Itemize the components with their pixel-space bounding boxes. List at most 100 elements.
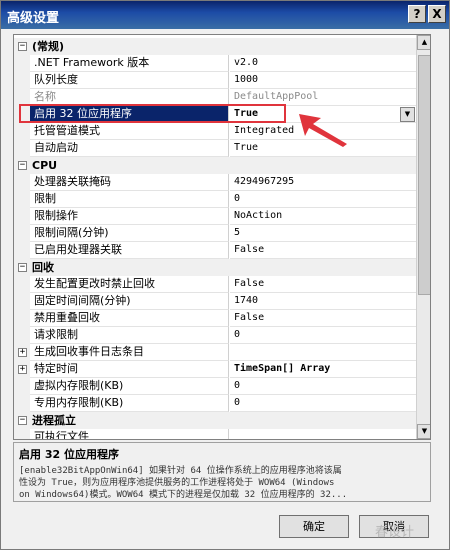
property-name: 可执行文件 (30, 429, 229, 439)
property-row-limit-action[interactable]: 限制操作 NoAction (14, 208, 416, 225)
ok-button[interactable]: 确定 (279, 515, 349, 538)
property-row-affinity-mask[interactable]: 处理器关联掩码 4294967295 (14, 174, 416, 191)
scroll-down-icon[interactable]: ▼ (417, 424, 430, 439)
row-gutter (14, 276, 30, 293)
property-name: 限制 (30, 191, 229, 208)
category-label: 回收 (32, 261, 54, 274)
row-gutter (14, 123, 30, 140)
row-gutter (14, 72, 30, 89)
property-value[interactable]: False (230, 310, 416, 327)
property-value[interactable]: 0 (230, 327, 416, 344)
property-row-limit-interval[interactable]: 限制间隔(分钟) 5 (14, 225, 416, 242)
property-value[interactable]: NoAction (230, 208, 416, 225)
description-line: on Windows64)模式。WOW64 模式下的进程是仅加载 32 位应用程… (19, 490, 348, 500)
row-gutter (14, 429, 30, 439)
property-row-affinity-enabled[interactable]: 已启用处理器关联 False (14, 242, 416, 259)
property-value[interactable] (230, 344, 416, 361)
property-row-queue-length[interactable]: 队列长度 1000 (14, 72, 416, 89)
row-gutter (14, 140, 30, 157)
annotation-arrow-icon (299, 114, 347, 147)
property-row-log-event[interactable]: + 生成回收事件日志条目 (14, 344, 416, 361)
category-recycle[interactable]: − 回收 (14, 259, 416, 276)
description-line: [enable32BitAppOnWin64] 如果针对 64 位操作系统上的应… (19, 466, 342, 476)
property-row-limit[interactable]: 限制 0 (14, 191, 416, 208)
property-row-executable[interactable]: 可执行文件 (14, 429, 416, 439)
property-row-auto-start[interactable]: 自动启动 True (14, 140, 416, 157)
row-gutter (14, 225, 30, 242)
property-name: 自动启动 (30, 140, 229, 157)
property-row-disallow-config-recycle[interactable]: 发生配置更改时禁止回收 False (14, 276, 416, 293)
row-gutter (14, 191, 30, 208)
watermark-text: 春设计 (375, 525, 415, 540)
property-name: 生成回收事件日志条目 (30, 344, 229, 361)
title-bar[interactable]: 高级设置 ? X (1, 1, 449, 29)
category-process-isolation[interactable]: − 进程孤立 (14, 412, 416, 429)
category-general[interactable]: − (常规) (14, 38, 416, 55)
category-cpu[interactable]: − CPU (14, 157, 416, 174)
property-name: 托管管道模式 (30, 123, 229, 140)
property-row-pipeline-mode[interactable]: 托管管道模式 Integrated (14, 123, 416, 140)
description-panel: 启用 32 位应用程序 [enable32BitAppOnWin64] 如果针对… (13, 442, 431, 502)
row-gutter (14, 395, 30, 412)
category-label: 进程孤立 (32, 414, 76, 427)
property-value[interactable]: 1740 (230, 293, 416, 310)
property-name: 专用内存限制(KB) (30, 395, 229, 412)
property-row-dotnet-version[interactable]: .NET Framework 版本 v2.0 (14, 55, 416, 72)
category-label: (常规) (32, 40, 65, 53)
category-label: CPU (32, 159, 58, 172)
advanced-settings-dialog: 高级设置 ? X − (常规) .NET Framework 版本 v2.0 队… (0, 0, 450, 550)
property-row-disable-overlap[interactable]: 禁用重叠回收 False (14, 310, 416, 327)
property-name: 请求限制 (30, 327, 229, 344)
property-name: 特定时间 (30, 361, 229, 378)
close-button[interactable]: X (428, 5, 446, 23)
property-value[interactable]: False (230, 276, 416, 293)
property-value[interactable] (230, 429, 416, 439)
expand-icon[interactable]: + (18, 348, 27, 357)
property-row-regular-interval[interactable]: 固定时间间隔(分钟) 1740 (14, 293, 416, 310)
property-value[interactable]: v2.0 (230, 55, 416, 72)
property-value[interactable]: 0 (230, 191, 416, 208)
property-row-private-memory-limit[interactable]: 专用内存限制(KB) 0 (14, 395, 416, 412)
property-row-virtual-memory-limit[interactable]: 虚拟内存限制(KB) 0 (14, 378, 416, 395)
collapse-icon[interactable]: − (18, 161, 27, 170)
property-grid[interactable]: − (常规) .NET Framework 版本 v2.0 队列长度 1000 … (13, 34, 431, 440)
window-title: 高级设置 (7, 11, 60, 26)
property-value[interactable]: 4294967295 (230, 174, 416, 191)
property-name: 已启用处理器关联 (30, 242, 229, 259)
property-value[interactable]: False (230, 242, 416, 259)
description-title: 启用 32 位应用程序 (19, 448, 119, 461)
property-name: 处理器关联掩码 (30, 174, 229, 191)
vertical-scrollbar[interactable]: ▲ ▼ (416, 35, 430, 439)
property-value[interactable]: 0 (230, 395, 416, 412)
property-value[interactable]: 1000 (230, 72, 416, 89)
property-name: 限制操作 (30, 208, 229, 225)
row-gutter (14, 293, 30, 310)
expand-icon[interactable]: + (18, 365, 27, 374)
property-value[interactable]: TimeSpan[] Array (230, 361, 416, 378)
property-row-request-limit[interactable]: 请求限制 0 (14, 327, 416, 344)
row-gutter (14, 174, 30, 191)
help-button[interactable]: ? (408, 5, 426, 23)
collapse-icon[interactable]: − (18, 263, 27, 272)
property-name: 队列长度 (30, 72, 229, 89)
property-name: 禁用重叠回收 (30, 310, 229, 327)
annotation-highlight-box (19, 104, 286, 123)
collapse-icon[interactable]: − (18, 416, 27, 425)
row-gutter (14, 327, 30, 344)
property-name: 固定时间间隔(分钟) (30, 293, 229, 310)
row-gutter (14, 378, 30, 395)
property-name: 发生配置更改时禁止回收 (30, 276, 229, 293)
scroll-thumb[interactable] (418, 55, 430, 295)
property-value[interactable]: 0 (230, 378, 416, 395)
property-name: 限制间隔(分钟) (30, 225, 229, 242)
property-value[interactable]: 5 (230, 225, 416, 242)
description-line: 性设为 True，则为应用程序池提供服务的工作进程将处于 WOW64 (Wind… (19, 478, 335, 488)
property-row-specific-time[interactable]: + 特定时间 TimeSpan[] Array (14, 361, 416, 378)
dropdown-button[interactable]: ▼ (400, 107, 415, 122)
row-gutter (14, 55, 30, 72)
scroll-up-icon[interactable]: ▲ (417, 35, 430, 50)
row-gutter (14, 208, 30, 225)
property-name: 虚拟内存限制(KB) (30, 378, 229, 395)
row-gutter (14, 242, 30, 259)
collapse-icon[interactable]: − (18, 42, 27, 51)
